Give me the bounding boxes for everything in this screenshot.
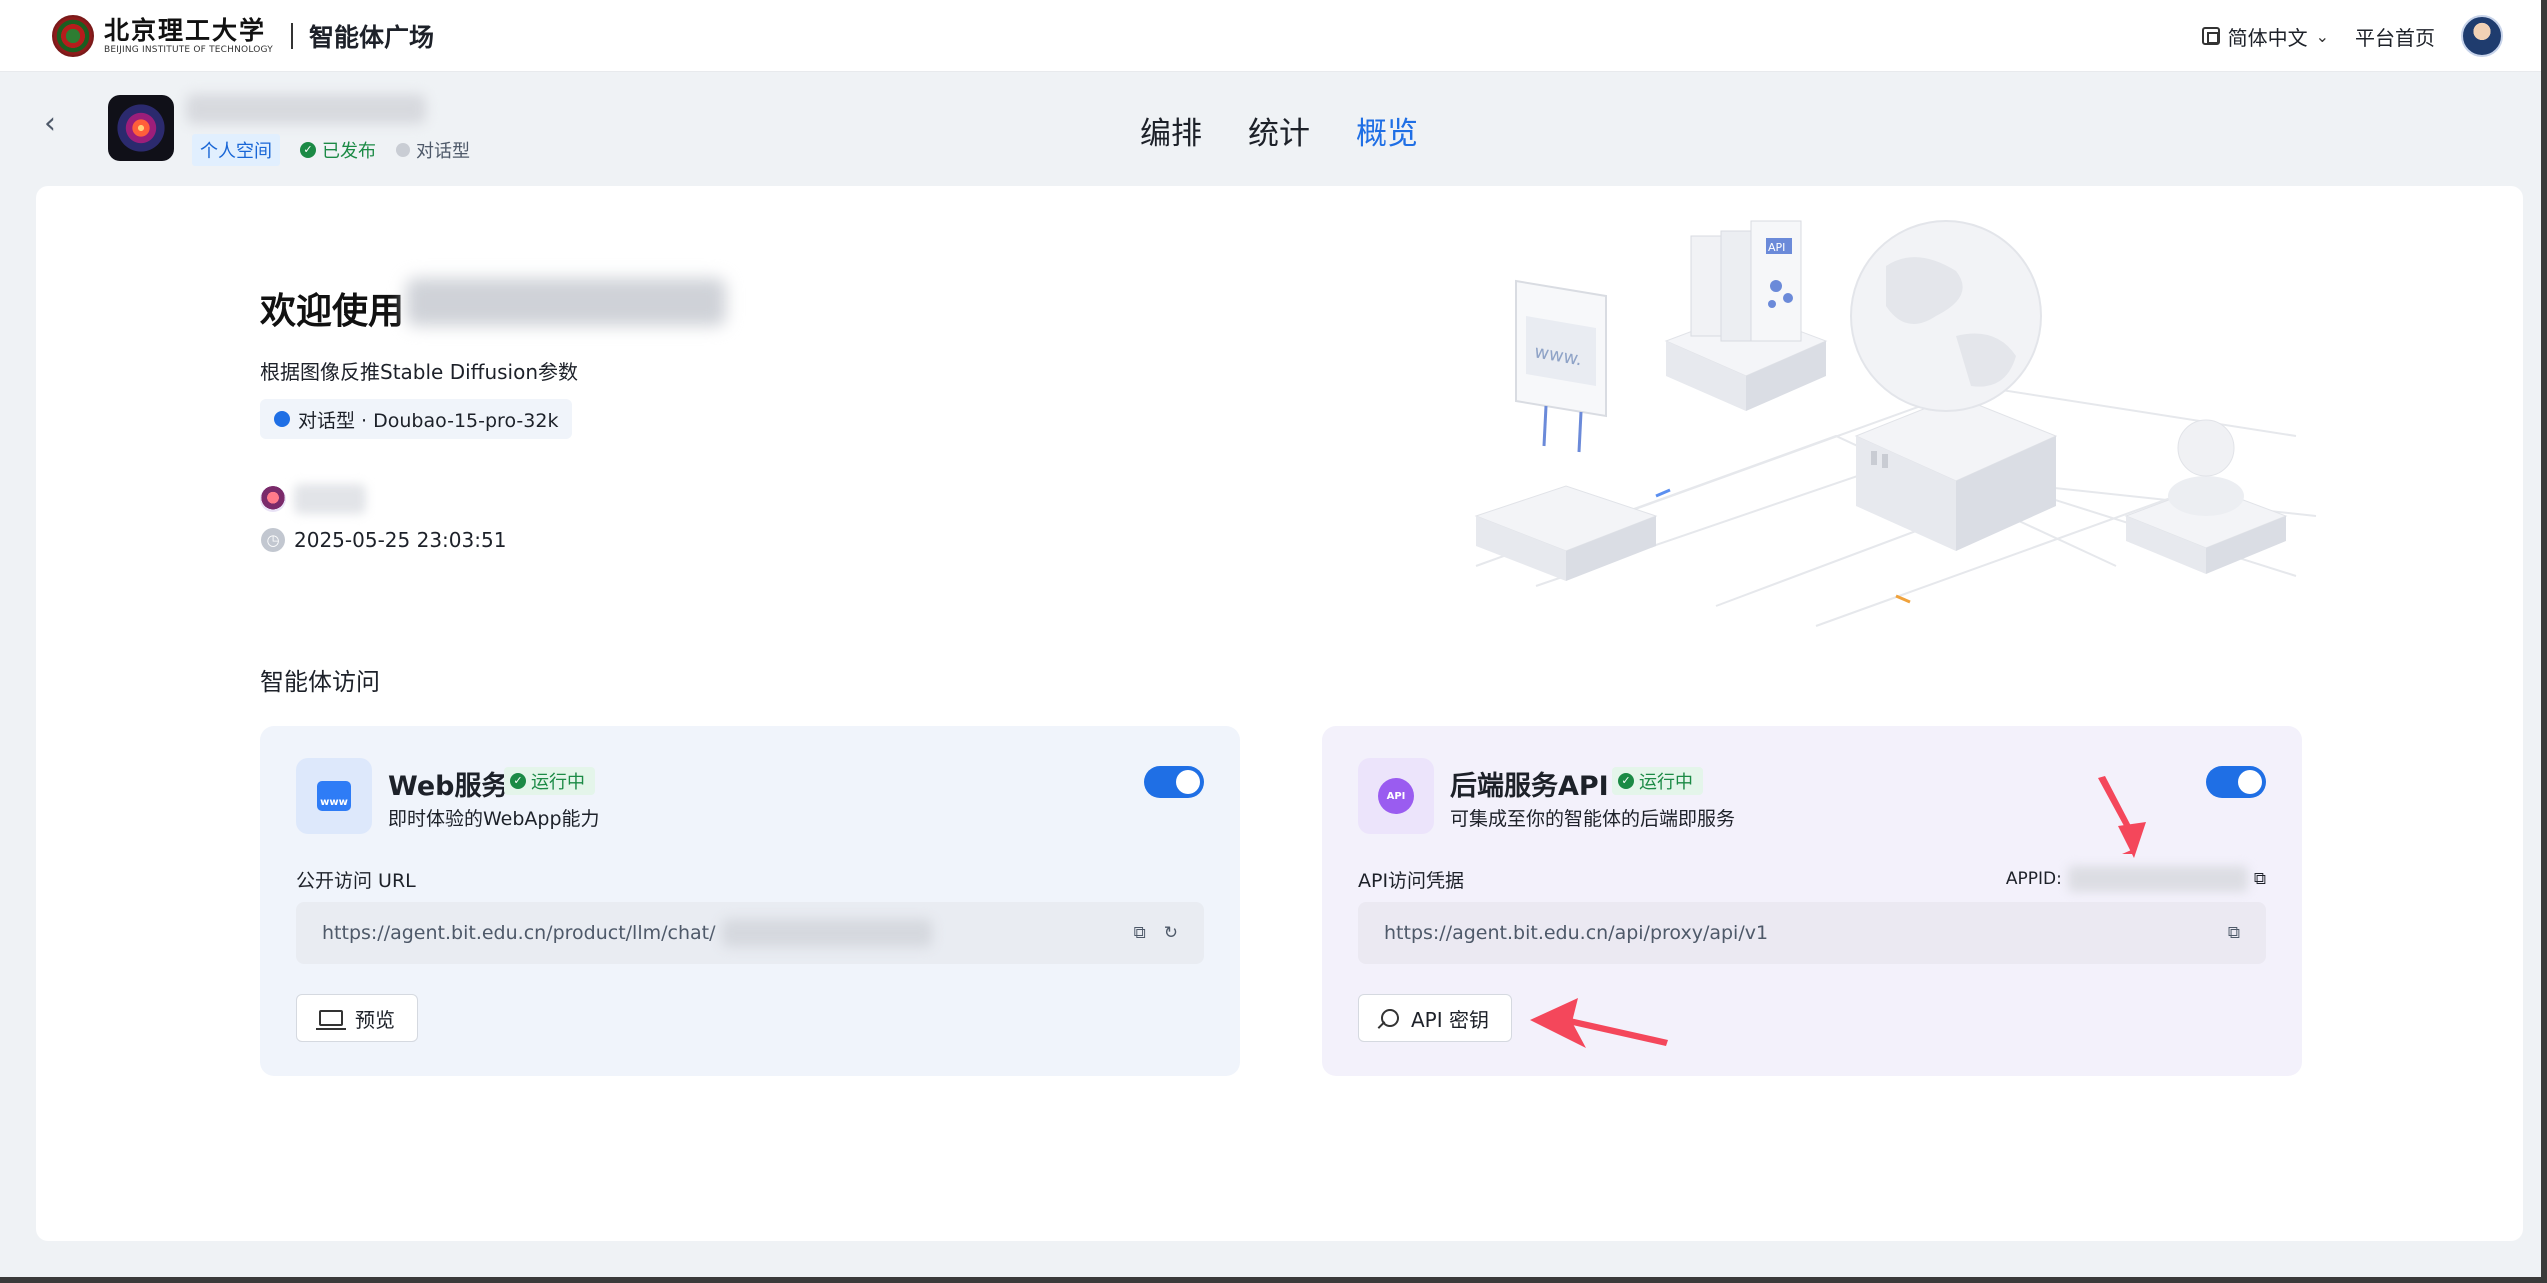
globe-server-icon: [1850, 220, 2058, 551]
app-window: 北京理工大学 BEIJING INSTITUTE OF TECHNOLOGY 智…: [0, 0, 2541, 1277]
created-time: 2025-05-25 23:03:51: [294, 528, 507, 552]
www-server-icon: www.: [1474, 279, 1658, 581]
web-service-icon-box: www: [296, 758, 372, 834]
web-status-label: 运行中: [531, 772, 585, 793]
web-service-subtitle: 即时体验的WebApp能力: [388, 808, 600, 830]
api-key-button[interactable]: API 密钥: [1358, 994, 1512, 1042]
chat-icon: [274, 411, 290, 427]
url-actions: ⧉ ↻: [1134, 923, 1178, 943]
api-icon-box: API: [1358, 758, 1434, 834]
web-status-badge: ✓ 运行中: [504, 767, 595, 795]
chat-bubble-icon: [396, 143, 410, 157]
brand[interactable]: 北京理工大学 BEIJING INSTITUTE OF TECHNOLOGY 智…: [52, 14, 434, 58]
laptop-icon: [316, 1010, 346, 1030]
svg-text:API: API: [1768, 241, 1785, 254]
overview-panel: 欢迎使用 根据图像反推Stable Diffusion参数 对话型 · Doub…: [36, 186, 2523, 1241]
clock-icon: ◷: [261, 528, 285, 552]
user-avatar[interactable]: [2461, 15, 2503, 57]
appid-label: APPID:: [2005, 869, 2062, 889]
agent-tags: 个人空间 ✓ 已发布 对话型: [192, 134, 470, 166]
author-name-redacted: [294, 484, 366, 514]
check-circle-icon: ✓: [1618, 773, 1634, 789]
www-icon: www: [317, 781, 351, 811]
check-circle-icon: ✓: [510, 773, 526, 789]
language-icon: [2201, 27, 2220, 45]
api-credentials-label: API访问凭据: [1358, 870, 1465, 892]
chevron-down-icon: ⌄: [2315, 26, 2329, 46]
agent-type-label: 对话型: [416, 141, 470, 162]
school-name-cn: 北京理工大学: [104, 15, 267, 45]
copy-icon[interactable]: ⧉: [2228, 923, 2240, 943]
agent-name-redacted-large: [406, 278, 726, 326]
web-service-card: www Web服务 ✓ 运行中 即时体验的WebApp能力 公开访问 URL h…: [260, 726, 1240, 1076]
school-name-en: BEIJING INSTITUTE OF TECHNOLOGY: [104, 44, 273, 55]
language-label: 简体中文: [2227, 25, 2308, 50]
model-label: 对话型 · Doubao-15-pro-32k: [298, 409, 559, 432]
api-endpoint-field[interactable]: https://agent.bit.edu.cn/api/proxy/api/v…: [1358, 902, 2266, 964]
api-docs-icon: API: [1664, 220, 1828, 411]
language-selector[interactable]: 简体中文 ⌄: [2201, 22, 2329, 51]
copy-icon[interactable]: ⧉: [2254, 869, 2266, 889]
tab-orchestrate[interactable]: 编排: [1140, 108, 1202, 153]
check-circle-icon: ✓: [300, 142, 316, 158]
model-chip: 对话型 · Doubao-15-pro-32k: [260, 399, 573, 439]
backend-api-card: API 后端服务API ✓ 运行中 可集成至你的智能体的后端即服务 API访问凭…: [1322, 726, 2302, 1076]
web-service-title: Web服务: [388, 771, 509, 802]
agent-tabs: 编排 统计 概览: [1140, 108, 1418, 153]
backend-api-toggle[interactable]: [2206, 766, 2266, 798]
user-node-icon: [2124, 419, 2288, 574]
public-url-label: 公开访问 URL: [296, 870, 416, 892]
agent-avatar: [108, 95, 174, 161]
refresh-icon[interactable]: ↻: [1164, 923, 1178, 943]
author-avatar: [260, 486, 286, 512]
platform-title: 智能体广场: [308, 23, 434, 52]
api-icon: API: [1378, 778, 1414, 814]
copy-icon[interactable]: ⧉: [1134, 923, 1146, 943]
brand-divider: [290, 23, 293, 49]
space-tag: 个人空间: [192, 134, 280, 166]
access-section-title: 智能体访问: [260, 668, 380, 696]
platform-home-link[interactable]: 平台首页: [2355, 22, 2435, 51]
agent-description: 根据图像反推Stable Diffusion参数: [260, 360, 579, 384]
preview-button[interactable]: 预览: [296, 994, 418, 1042]
web-service-toggle[interactable]: [1144, 766, 1204, 798]
agent-type-tag: 对话型: [396, 137, 470, 163]
school-logo: [52, 15, 94, 57]
top-bar: 北京理工大学 BEIJING INSTITUTE OF TECHNOLOGY 智…: [0, 0, 2541, 72]
school-name: 北京理工大学 BEIJING INSTITUTE OF TECHNOLOGY: [104, 15, 273, 56]
api-endpoint-value: https://agent.bit.edu.cn/api/proxy/api/v…: [1384, 922, 1769, 944]
api-status-label: 运行中: [1639, 772, 1693, 793]
preview-label: 预览: [355, 1007, 395, 1032]
welcome-title: 欢迎使用: [260, 291, 405, 332]
api-status-badge: ✓ 运行中: [1612, 767, 1703, 795]
backend-api-subtitle: 可集成至你的智能体的后端即服务: [1450, 808, 1736, 830]
url-actions: ⧉: [2228, 923, 2240, 943]
tab-statistics[interactable]: 统计: [1248, 108, 1310, 153]
back-arrow-icon[interactable]: ‹: [44, 109, 68, 139]
public-url-field[interactable]: https://agent.bit.edu.cn/product/llm/cha…: [296, 902, 1204, 964]
appid-value-redacted: [2067, 866, 2248, 892]
agent-name-redacted: [186, 94, 426, 124]
url-token-redacted: [721, 919, 932, 947]
published-tag: ✓ 已发布: [300, 137, 376, 163]
key-icon: [1381, 1009, 1399, 1027]
appid-row: APPID: ⧉: [2006, 866, 2266, 892]
top-right-actions: 简体中文 ⌄ 平台首页: [2201, 14, 2503, 58]
api-key-label: API 密钥: [1411, 1007, 1489, 1032]
network-illustration: www. API: [1474, 220, 2317, 627]
backend-api-title: 后端服务API: [1450, 771, 1609, 802]
public-url-value: https://agent.bit.edu.cn/product/llm/cha…: [322, 922, 716, 944]
tab-overview[interactable]: 概览: [1356, 108, 1418, 153]
published-label: 已发布: [322, 141, 376, 162]
